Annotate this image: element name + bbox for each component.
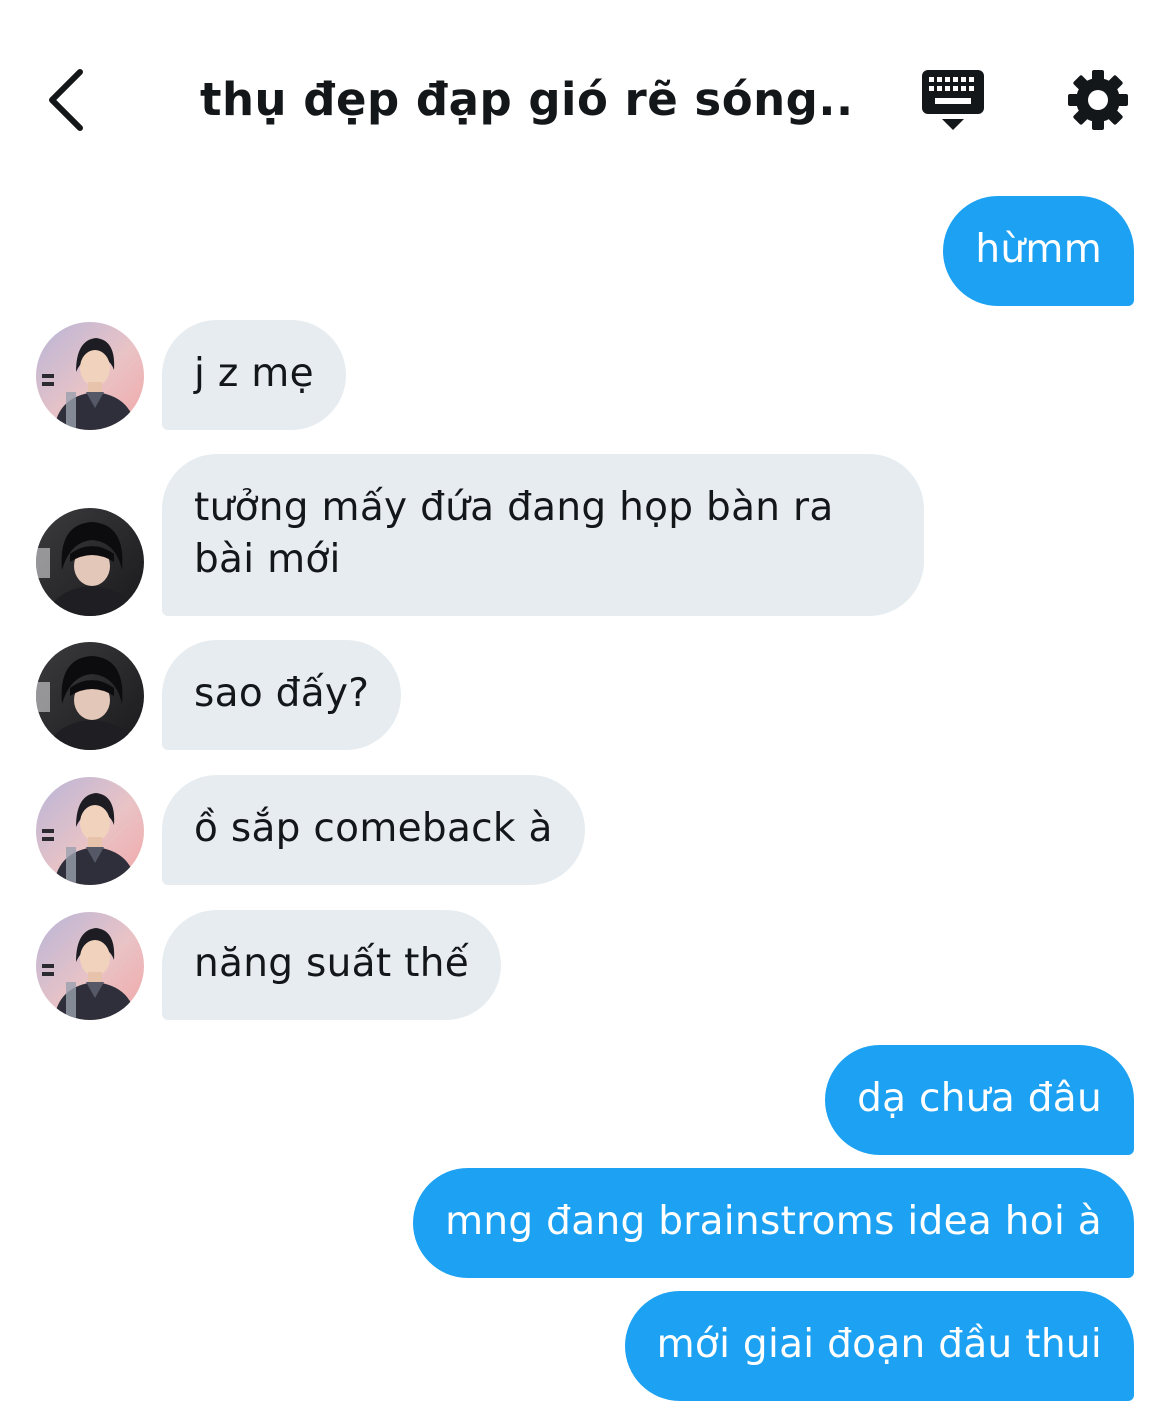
- conversation-title[interactable]: thụ đẹp đạp gió rẽ sóng...: [200, 68, 850, 132]
- incoming-message-bubble[interactable]: tưởng mấy đứa đang họp bàn ra bài mới: [162, 454, 924, 616]
- avatar-image: [36, 912, 144, 1020]
- avatar[interactable]: [36, 508, 144, 616]
- message-text: tưởng mấy đứa đang họp bàn ra bài mới: [194, 485, 834, 582]
- settings-button[interactable]: [1066, 68, 1130, 132]
- avatar-image: [36, 777, 144, 885]
- avatar[interactable]: [36, 322, 144, 430]
- back-button[interactable]: [40, 62, 100, 138]
- avatar-image: [36, 508, 144, 616]
- outgoing-message-bubble[interactable]: mng đang brainstroms idea hoi à: [413, 1168, 1134, 1278]
- keyboard-icon: [922, 70, 984, 130]
- avatar[interactable]: [36, 912, 144, 1020]
- message-text: năng suất thế: [194, 941, 470, 986]
- incoming-message-bubble[interactable]: sao đấy?: [162, 640, 402, 750]
- avatar-image: [36, 642, 144, 750]
- message-text: hừmm: [975, 227, 1102, 272]
- message-text: ồ sắp comeback à: [194, 806, 553, 851]
- avatar[interactable]: [36, 642, 144, 750]
- incoming-message-bubble[interactable]: năng suất thế: [162, 910, 502, 1020]
- outgoing-message-bubble[interactable]: hừmm: [943, 196, 1134, 306]
- conversation-header: thụ đẹp đạp gió rẽ sóng...: [0, 0, 1170, 190]
- incoming-message-bubble[interactable]: j z mẹ: [162, 320, 346, 430]
- avatar[interactable]: [36, 777, 144, 885]
- incoming-message-bubble[interactable]: ồ sắp comeback à: [162, 775, 585, 885]
- gear-icon: [1068, 70, 1128, 130]
- keyboard-toggle-button[interactable]: [920, 68, 988, 132]
- avatar-image: [36, 322, 144, 430]
- message-text: j z mẹ: [194, 351, 314, 396]
- message-text: mng đang brainstroms idea hoi à: [445, 1199, 1102, 1244]
- message-text: mới giai đoạn đầu thui: [656, 1322, 1102, 1367]
- outgoing-message-bubble[interactable]: dạ chưa đâu: [825, 1045, 1134, 1155]
- message-text: dạ chưa đâu: [857, 1076, 1102, 1121]
- message-text: sao đấy?: [194, 671, 370, 716]
- outgoing-message-bubble[interactable]: mới giai đoạn đầu thui: [624, 1291, 1134, 1401]
- chevron-left-icon: [49, 69, 83, 131]
